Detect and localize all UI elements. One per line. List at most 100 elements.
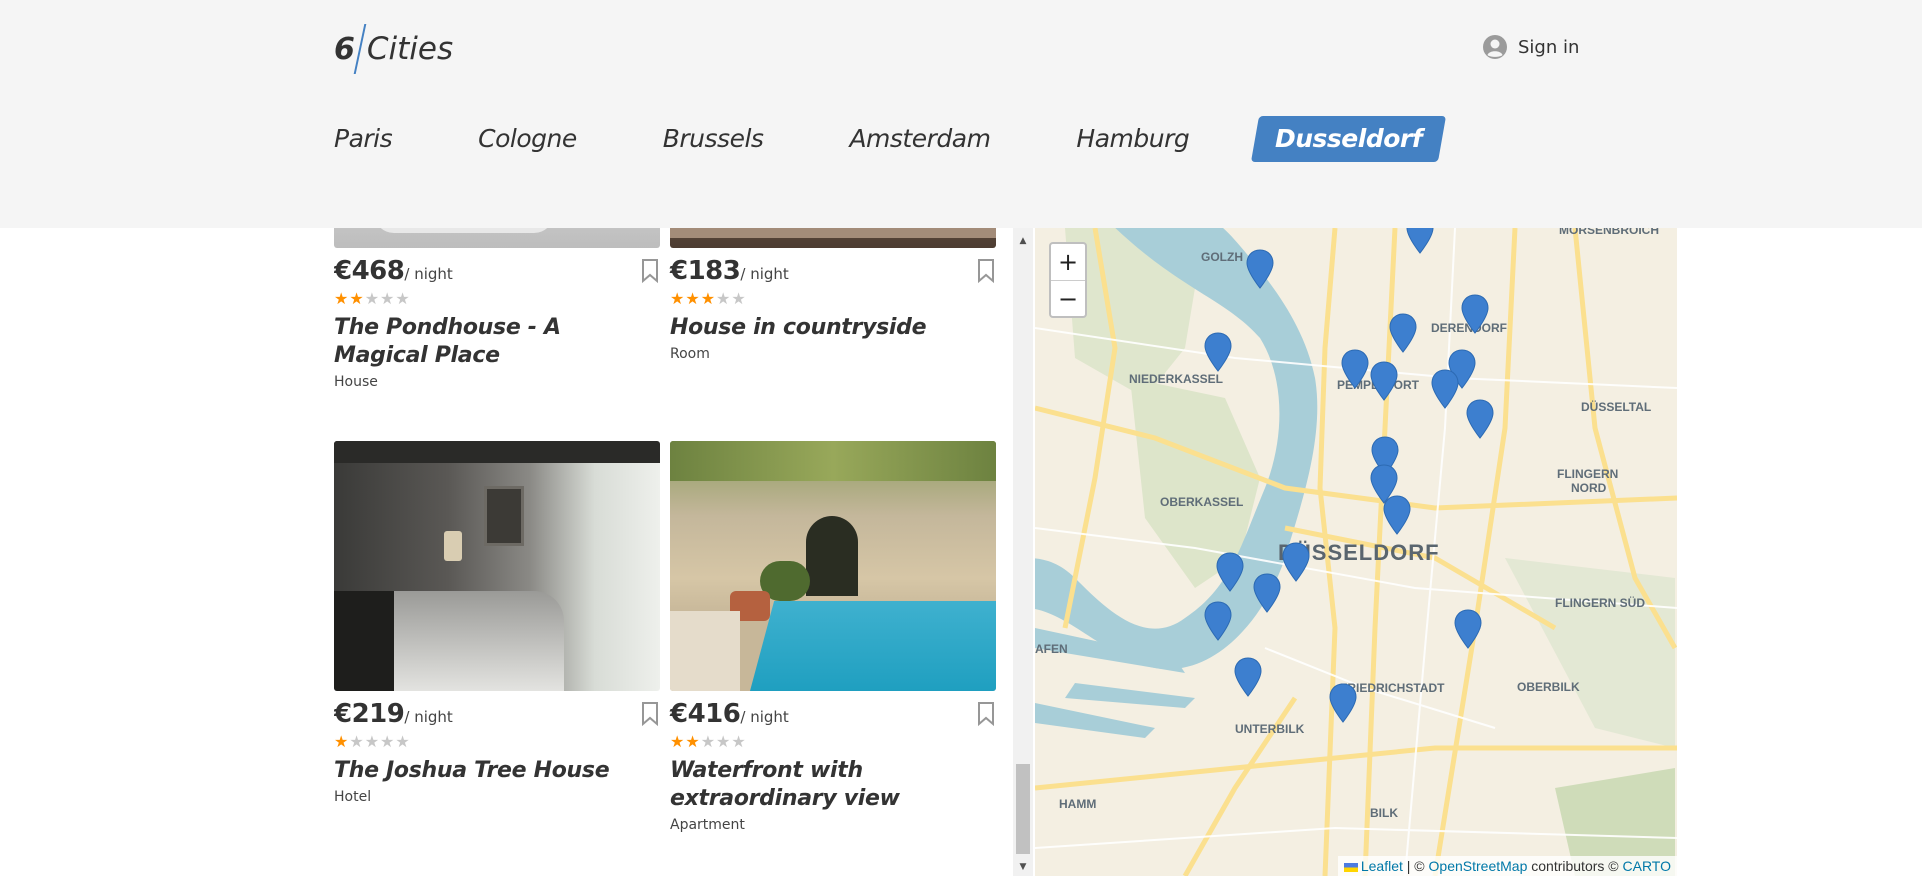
map-pin-icon[interactable] — [1282, 542, 1310, 582]
list-scrollbar[interactable]: ▲ ▼ — [1013, 228, 1033, 876]
rating-stars: ★★★★★ — [670, 289, 747, 308]
image-detail — [484, 486, 524, 546]
logo-number: 6 — [334, 31, 355, 67]
carto-link[interactable]: CARTO — [1623, 858, 1672, 874]
map-pin-icon[interactable] — [1234, 657, 1262, 697]
map-label: OBERKASSEL — [1160, 495, 1244, 509]
offer-type: Room — [670, 346, 710, 362]
scroll-up-arrow-icon[interactable]: ▲ — [1013, 232, 1033, 250]
bookmark-icon[interactable] — [640, 258, 660, 284]
map-label: UNTERBILK — [1235, 722, 1305, 736]
offer-title[interactable]: House in countryside — [670, 314, 996, 342]
offer-image[interactable] — [670, 441, 996, 691]
map-pin-icon[interactable] — [1383, 495, 1411, 535]
map-label: NORD — [1571, 481, 1607, 495]
offer-image[interactable] — [334, 228, 660, 248]
image-detail — [374, 228, 554, 233]
offer-type: House — [334, 374, 378, 390]
map-pin-icon[interactable] — [1406, 228, 1434, 254]
offer-price: €468 — [334, 256, 405, 286]
leaflet-link[interactable]: Leaflet — [1361, 858, 1403, 874]
openstreetmap-link[interactable]: OpenStreetMap — [1429, 858, 1528, 874]
rating-stars: ★★★★★ — [670, 732, 747, 751]
map-pin-icon[interactable] — [1454, 609, 1482, 649]
ukraine-flag-icon — [1343, 862, 1358, 872]
zoom-out-button[interactable]: − — [1051, 280, 1085, 316]
offer-price: €183 — [670, 256, 741, 286]
map-pin-icon[interactable] — [1461, 294, 1489, 334]
city-tabs: Paris Cologne Brussels Amsterdam Hamburg… — [334, 116, 1447, 162]
user-avatar-icon — [1483, 35, 1507, 59]
offer-card: €219/ night ★★★★★ The Joshua Tree House … — [334, 441, 660, 805]
offer-price: €416 — [670, 699, 741, 729]
per-night-label: / night — [404, 708, 453, 726]
zoom-control: + − — [1049, 242, 1087, 318]
map-pin-icon[interactable] — [1431, 369, 1459, 409]
image-detail — [670, 228, 996, 238]
map-pin-icon[interactable] — [1246, 249, 1274, 289]
logo[interactable]: 6 Cities — [334, 24, 454, 74]
offer-image[interactable] — [334, 441, 660, 691]
logo-text: Cities — [366, 31, 454, 67]
map-pin-icon[interactable] — [1370, 361, 1398, 401]
map-pin-icon[interactable] — [1341, 349, 1369, 389]
tab-paris[interactable]: Paris — [334, 116, 393, 162]
tab-dusseldorf-label: Dusseldorf — [1275, 124, 1423, 153]
scroll-down-arrow-icon[interactable]: ▼ — [1013, 858, 1033, 876]
map-pin-icon[interactable] — [1216, 552, 1244, 592]
image-detail — [444, 531, 462, 561]
tab-brussels[interactable]: Brussels — [663, 116, 764, 162]
tab-amsterdam[interactable]: Amsterdam — [849, 116, 990, 162]
offer-card: €183/ night ★★★★★ House in countryside R… — [670, 228, 996, 362]
page-header: 6 Cities Sign in Paris Cologne Brussels … — [0, 0, 1922, 228]
per-night-label: / night — [740, 708, 789, 726]
map-pin-icon[interactable] — [1329, 683, 1357, 723]
image-detail — [750, 601, 996, 691]
map-label: GOLZH — [1201, 250, 1243, 264]
image-detail — [670, 441, 996, 481]
per-night-label: / night — [740, 265, 789, 283]
offer-card: €468/ night ★★★★★ The Pondhouse - A Magi… — [334, 228, 660, 390]
offer-type: Hotel — [334, 789, 372, 805]
map-label: OBERBILK — [1517, 680, 1580, 694]
offer-type: Apartment — [670, 817, 745, 833]
image-detail — [806, 516, 858, 596]
image-detail — [334, 591, 394, 691]
sign-in-link[interactable]: Sign in — [1482, 34, 1579, 60]
per-night-label: / night — [404, 265, 453, 283]
map-label: MORSENBROICH — [1559, 228, 1660, 237]
offer-price: €219 — [334, 699, 405, 729]
attribution-contributors: contributors © — [1527, 858, 1623, 874]
map-pin-icon[interactable] — [1204, 332, 1232, 372]
sign-in-label: Sign in — [1518, 36, 1580, 58]
map-label: BILK — [1370, 806, 1398, 820]
offer-title[interactable]: The Pondhouse - A Magical Place — [334, 314, 660, 370]
image-detail — [334, 441, 660, 463]
map-attribution: Leaflet | © OpenStreetMap contributors ©… — [1337, 856, 1677, 876]
offer-card: €416/ night ★★★★★ Waterfront with extrao… — [670, 441, 996, 833]
offer-image[interactable] — [670, 228, 996, 248]
tab-cologne[interactable]: Cologne — [478, 116, 577, 162]
map-pin-icon[interactable] — [1204, 601, 1232, 641]
scrollbar-thumb[interactable] — [1016, 764, 1030, 854]
offer-title[interactable]: The Joshua Tree House — [334, 757, 660, 785]
rating-stars: ★★★★★ — [334, 289, 411, 308]
map-label: DÜSSELTAL — [1581, 400, 1652, 414]
offer-title[interactable]: Waterfront with extraordinary view — [670, 757, 996, 813]
bookmark-icon[interactable] — [640, 701, 660, 727]
tab-hamburg[interactable]: Hamburg — [1076, 116, 1189, 162]
map-pin-icon[interactable] — [1466, 399, 1494, 439]
offers-list: €468/ night ★★★★★ The Pondhouse - A Magi… — [334, 228, 1006, 876]
logo-slash — [353, 24, 367, 74]
zoom-in-button[interactable]: + — [1051, 244, 1085, 280]
bookmark-icon[interactable] — [976, 701, 996, 727]
map-label: AFEN — [1035, 642, 1068, 656]
city-map[interactable]: MORSENBROICH GOLZH DERENDORF NIEDERKASSE… — [1035, 228, 1677, 876]
map-pin-icon[interactable] — [1253, 573, 1281, 613]
bookmark-icon[interactable] — [976, 258, 996, 284]
map-label: FLINGERN — [1557, 467, 1619, 481]
map-label: FLINGERN SÜD — [1555, 596, 1645, 610]
map-pin-icon[interactable] — [1389, 313, 1417, 353]
tab-dusseldorf[interactable]: Dusseldorf — [1251, 116, 1447, 162]
map-labels: MORSENBROICH GOLZH DERENDORF NIEDERKASSE… — [1035, 228, 1677, 876]
